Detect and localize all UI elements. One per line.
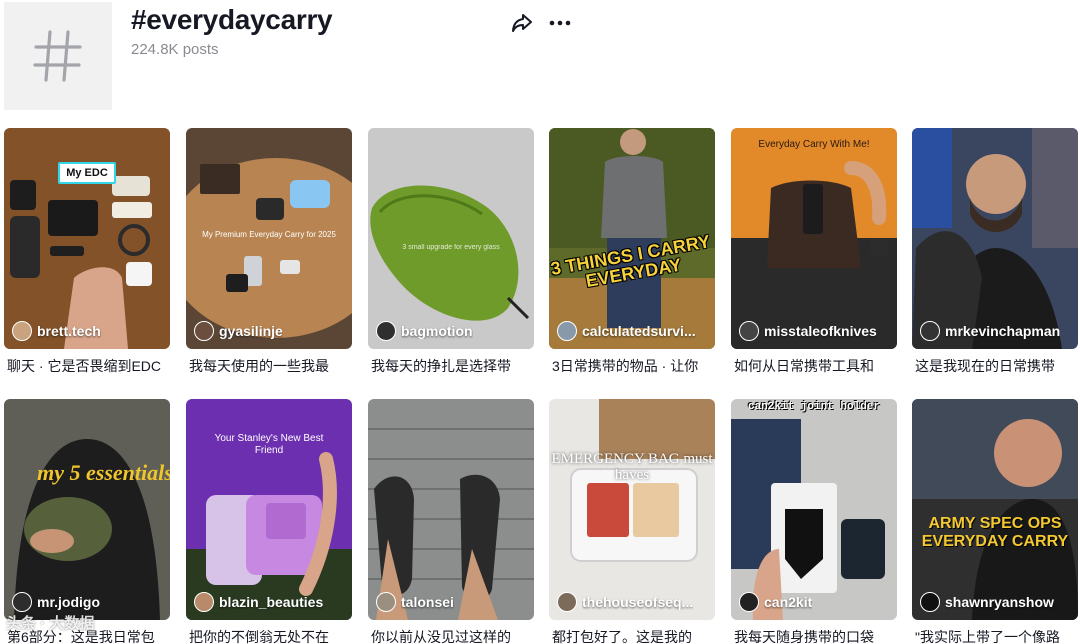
creator-username: brett.tech	[37, 323, 101, 339]
thumbnail-image	[186, 128, 352, 349]
page-title: #everydaycarry	[131, 4, 333, 35]
video-thumbnail[interactable]: ARMY SPEC OPS EVERYDAY CARRY shawnryansh…	[912, 399, 1078, 620]
creator-link[interactable]: bagmotion	[376, 321, 473, 341]
more-options-button[interactable]	[547, 10, 573, 36]
creator-username: blazin_beauties	[219, 594, 324, 610]
creator-avatar	[376, 592, 396, 612]
video-caption[interactable]: 聊天 · 它是否畏缩到EDC	[7, 356, 169, 376]
video-thumbnail[interactable]: talonsei	[368, 399, 534, 620]
creator-link[interactable]: talonsei	[376, 592, 454, 612]
share-icon	[512, 14, 532, 32]
creator-username: misstaleofknives	[764, 323, 877, 339]
video-thumbnail[interactable]: EMERGENCY BAG must haves thehouseofseq..…	[549, 399, 715, 620]
video-caption[interactable]: 我每天随身携带的口袋	[734, 627, 896, 644]
creator-avatar	[739, 321, 759, 341]
share-button[interactable]	[509, 10, 535, 36]
creator-username: mrkevinchapman	[945, 323, 1061, 339]
video-thumbnail[interactable]: can2kit joint holder can2kit	[731, 399, 897, 620]
video-thumbnail[interactable]: 3 THINGS I CARRY EVERYDAY calculatedsurv…	[549, 128, 715, 349]
creator-username: talonsei	[401, 594, 454, 610]
hashtag-icon	[4, 2, 112, 110]
video-thumbnail[interactable]: mrkevinchapman	[912, 128, 1078, 349]
creator-avatar	[12, 321, 32, 341]
creator-link[interactable]: gyasilinje	[194, 321, 283, 341]
thumbnail-image	[549, 399, 715, 620]
video-thumbnail[interactable]: My EDC brett.tech	[4, 128, 170, 349]
hashtag-glyph	[33, 30, 82, 82]
creator-avatar	[920, 321, 940, 341]
creator-username: mr.jodigo	[37, 594, 100, 610]
thumbnail-image	[4, 128, 170, 349]
video-caption[interactable]: 我每天的挣扎是选择带	[371, 356, 533, 376]
video-caption[interactable]: 我每天使用的一些我最	[189, 356, 351, 376]
video-thumbnail[interactable]: my 5 essentials mr.jodigo	[4, 399, 170, 620]
video-caption[interactable]: 如何从日常携带工具和	[734, 356, 896, 376]
more-icon	[549, 20, 571, 26]
thumbnail-image	[368, 128, 534, 349]
thumbnail-image	[549, 128, 715, 349]
thumbnail-image	[912, 399, 1078, 620]
creator-link[interactable]: can2kit	[739, 592, 812, 612]
creator-avatar	[194, 321, 214, 341]
creator-username: shawnryanshow	[945, 594, 1054, 610]
creator-link[interactable]: mr.jodigo	[12, 592, 100, 612]
creator-link[interactable]: misstaleofknives	[739, 321, 877, 341]
post-count: 224.8K posts	[131, 41, 219, 58]
thumbnail-image	[731, 399, 897, 620]
creator-link[interactable]: brett.tech	[12, 321, 101, 341]
creator-avatar	[920, 592, 940, 612]
creator-avatar	[557, 321, 577, 341]
creator-username: thehouseofseq...	[582, 594, 694, 610]
watermark: 头条 · 大数据	[6, 615, 95, 632]
creator-avatar	[739, 592, 759, 612]
thumbnail-image	[731, 128, 897, 349]
video-thumbnail[interactable]: Everyday Carry With Me! misstaleofknives	[731, 128, 897, 349]
video-caption[interactable]: 都打包好了。这是我的	[552, 627, 714, 644]
creator-username: can2kit	[764, 594, 813, 610]
hashtag-header: #everydaycarry 224.8K posts	[0, 0, 1080, 118]
video-caption[interactable]: "我实际上带了一个像路	[915, 627, 1077, 644]
video-thumbnail[interactable]: My Premium Everyday Carry for 2025 gyasi…	[186, 128, 352, 349]
creator-avatar	[194, 592, 214, 612]
video-caption[interactable]: 这是我现在的日常携带	[915, 356, 1077, 376]
creator-avatar	[557, 592, 577, 612]
creator-username: gyasilinje	[219, 323, 283, 339]
thumbnail-image	[4, 399, 170, 620]
creator-username: calculatedsurvi...	[582, 323, 696, 339]
creator-username: bagmotion	[401, 323, 473, 339]
creator-link[interactable]: thehouseofseq...	[557, 592, 693, 612]
video-thumbnail[interactable]: 3 small upgrade for every glass bagmotio…	[368, 128, 534, 349]
video-caption[interactable]: 把你的不倒翁无处不在	[189, 627, 351, 644]
creator-avatar	[12, 592, 32, 612]
creator-link[interactable]: blazin_beauties	[194, 592, 323, 612]
creator-link[interactable]: calculatedsurvi...	[557, 321, 696, 341]
creator-link[interactable]: shawnryanshow	[920, 592, 1054, 612]
creator-avatar	[376, 321, 396, 341]
thumbnail-image	[912, 128, 1078, 349]
creator-link[interactable]: mrkevinchapman	[920, 321, 1060, 341]
thumbnail-image	[186, 399, 352, 620]
video-caption[interactable]: 你以前从没见过这样的	[371, 627, 533, 644]
video-thumbnail[interactable]: Your Stanley's New Best Friend blazin_be…	[186, 399, 352, 620]
thumbnail-image	[368, 399, 534, 620]
video-caption[interactable]: 3日常携带的物品 · 让你	[552, 356, 714, 376]
